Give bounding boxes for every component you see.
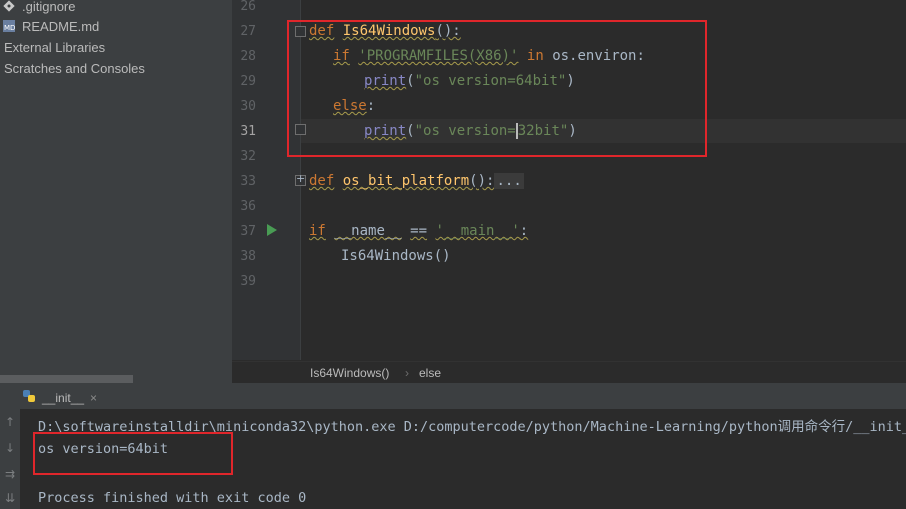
git-file-icon xyxy=(2,0,18,13)
close-icon[interactable]: × xyxy=(90,391,97,405)
arrow-up-icon[interactable]: ↑ xyxy=(3,415,17,429)
line-number: 30 xyxy=(240,99,256,114)
run-toolbar: ↑ ↓ ⇉ ⇊ xyxy=(0,409,20,509)
line-number: 39 xyxy=(240,274,256,289)
tree-item-label: .gitignore xyxy=(22,0,76,14)
line-number: 26 xyxy=(240,0,256,14)
code-line-37: if __name__ == '__main__': xyxy=(309,223,529,239)
project-tree-panel: .gitignore MD README.md External Librari… xyxy=(0,0,232,383)
run-tab-label: __init__ xyxy=(42,390,85,405)
highlight-box-code xyxy=(287,20,707,157)
tree-item-gitignore[interactable]: .gitignore xyxy=(2,0,75,16)
tree-item-readme[interactable]: MD README.md xyxy=(2,16,99,36)
line-number: 37 xyxy=(240,224,256,239)
tree-item-label: External Libraries xyxy=(4,39,106,55)
tree-item-external-libraries[interactable]: External Libraries xyxy=(4,37,105,57)
line-number: 29 xyxy=(240,74,256,89)
line-number: 28 xyxy=(240,49,256,64)
line-number: 27 xyxy=(240,24,256,39)
console-finish-line: Process finished with exit code 0 xyxy=(38,490,307,506)
tree-item-label: README.md xyxy=(22,18,100,34)
arrow-down-icon[interactable]: ↓ xyxy=(3,441,17,455)
highlight-box-output xyxy=(33,432,233,475)
line-number-current: 31 xyxy=(240,124,256,139)
scroll-to-end-icon[interactable]: ⇊ xyxy=(3,491,17,505)
line-number: 36 xyxy=(240,199,256,214)
code-line-38: Is64Windows() xyxy=(341,248,451,264)
soft-wrap-icon[interactable]: ⇉ xyxy=(3,467,17,481)
breadcrumb-item-else[interactable]: else xyxy=(419,366,441,380)
sidebar-horizontal-scrollbar[interactable] xyxy=(0,375,133,383)
line-number: 32 xyxy=(240,149,256,164)
markdown-file-icon: MD xyxy=(2,19,18,33)
code-line-33: def os_bit_platform():... xyxy=(309,173,524,189)
tree-item-scratches[interactable]: Scratches and Consoles xyxy=(4,58,145,78)
tree-item-label: Scratches and Consoles xyxy=(4,60,145,76)
breadcrumb-item-function[interactable]: Is64Windows() xyxy=(310,366,389,380)
python-icon xyxy=(22,389,36,406)
run-tab-bar: __init__ × xyxy=(0,383,906,412)
line-number: 33 xyxy=(240,174,256,189)
collapsed-code-placeholder: ... xyxy=(494,173,524,189)
breadcrumb: Is64Windows() › else xyxy=(232,361,906,384)
expand-fold-icon[interactable] xyxy=(295,172,306,186)
breadcrumb-separator-icon: › xyxy=(405,366,409,380)
line-number: 38 xyxy=(240,249,256,264)
run-gutter-icon[interactable] xyxy=(266,222,278,241)
svg-text:MD: MD xyxy=(4,24,15,32)
